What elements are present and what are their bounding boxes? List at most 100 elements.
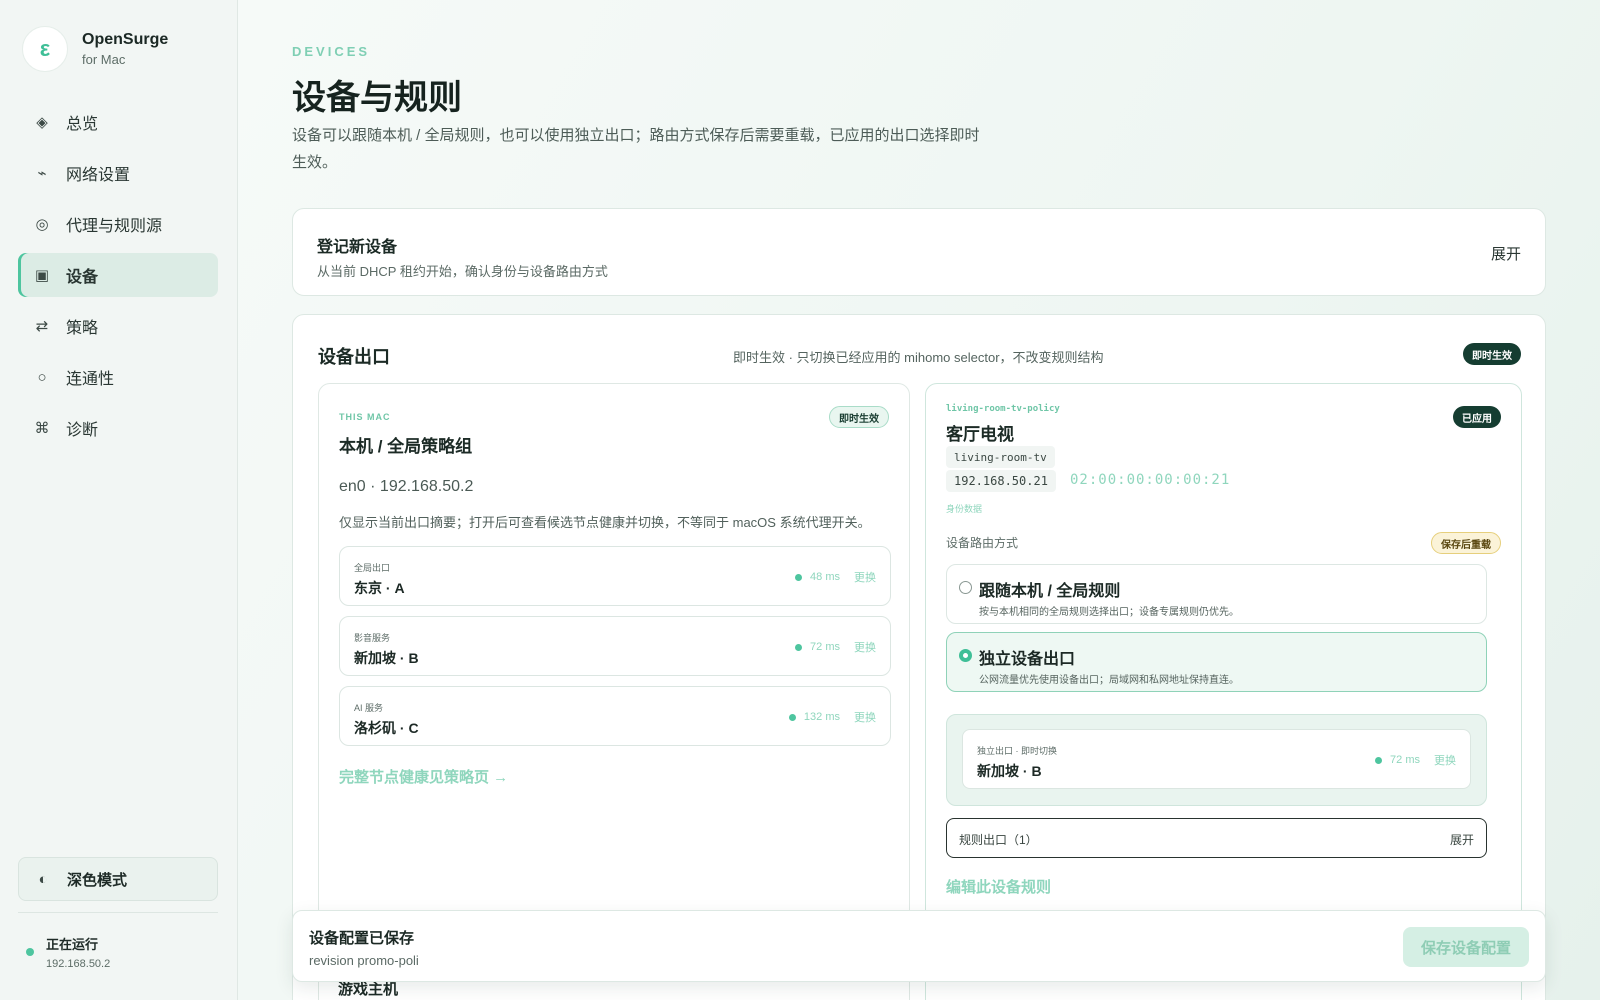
brand-sub: for Mac <box>82 52 126 67</box>
route-value: 新加坡 · B <box>977 763 1042 779</box>
sidebar-item-label: 策略 <box>66 320 99 337</box>
dark-mode-toggle[interactable]: ◐ 深色模式 <box>18 857 218 901</box>
device-exits-card: 设备出口 即时生效 · 只切换已经应用的 mihomo selector，不改变… <box>292 314 1546 1000</box>
register-device-card[interactable]: 登记新设备 从当前 DHCP 租约开始，确认身份与设备路由方式 展开 <box>292 208 1546 296</box>
half-moon-icon: ◐ <box>38 870 48 888</box>
save-revision: revision promo-poli <box>309 953 419 968</box>
register-title: 登记新设备 <box>317 239 398 256</box>
sidebar-item-label: 诊断 <box>66 422 99 439</box>
mac-eyebrow: THIS MAC <box>339 412 391 422</box>
rule-exits-collapsible[interactable]: 规则出口（1） 展开 <box>946 818 1487 858</box>
mac-interface-ip: en0 · 192.168.50.2 <box>339 478 474 495</box>
policy-arrows-icon: ⇄ <box>35 318 49 335</box>
device-panel-living-room-tv: living-room-tv-policy 客厅电视 已应用 living-ro… <box>925 383 1522 1000</box>
page-eyebrow: DEVICES <box>292 44 371 59</box>
this-mac-panel: THIS MAC 本机 / 全局策略组 即时生效 en0 · 192.168.5… <box>318 383 910 1000</box>
sidebar-item-label: 代理与规则源 <box>66 218 163 235</box>
command-icon: ⌘ <box>34 420 50 437</box>
route-switch-button[interactable]: 更换 <box>1434 752 1456 768</box>
instant-effect-badge: 即时生效 <box>1463 343 1521 365</box>
route-latency: 48 ms <box>810 571 840 583</box>
status-ip: 192.168.50.2 <box>46 958 111 970</box>
radio-selected-icon[interactable] <box>959 649 972 662</box>
sidebar-item-network[interactable]: ⌁ 网络设置 <box>18 151 218 195</box>
app-window: ε OpenSurge for Mac ◈ 总览 ⌁ 网络设置 ◎ 代理与规则源… <box>0 0 1600 1000</box>
overview-icon: ◈ <box>36 114 48 131</box>
route-value: 新加坡 · B <box>354 650 419 666</box>
applied-badge: 已应用 <box>1453 406 1501 428</box>
route-label: 全局出口 <box>354 563 391 573</box>
sidebar-item-label: 连通性 <box>66 371 115 388</box>
option-description: 按与本机相同的全局规则选择出口；设备专属规则仍优先。 <box>979 607 1239 618</box>
sidebar-item-label: 总览 <box>66 116 99 133</box>
route-meta: 72 ms 更换 <box>1375 752 1456 768</box>
device-hostname: living-room-tv <box>946 446 1055 468</box>
route-latency: 72 ms <box>810 641 840 653</box>
identity-link[interactable]: 身份数据 <box>946 502 982 515</box>
routing-option-dedicated-exit[interactable]: 独立设备出口 公网流量优先使用设备出口；局域网和私网地址保持直连。 <box>946 632 1487 692</box>
page-description: 设备可以跟随本机 / 全局规则，也可以使用独立出口；路由方式保存后需要重载，已应… <box>292 127 980 171</box>
radio-unselected-icon[interactable] <box>959 581 972 594</box>
register-subtitle: 从当前 DHCP 租约开始，确认身份与设备路由方式 <box>317 264 608 279</box>
route-meta: 72 ms 更换 <box>795 639 876 655</box>
network-icon: ⌁ <box>37 165 47 182</box>
page-title: 设备与规则 <box>292 79 462 117</box>
routing-mode-label: 设备路由方式 <box>946 536 1019 550</box>
route-row-ai[interactable]: AI 服务 洛杉矶 · C 132 ms 更换 <box>339 686 891 746</box>
route-row-media[interactable]: 影音服务 新加坡 · B 72 ms 更换 <box>339 616 891 676</box>
sidebar-item-overview[interactable]: ◈ 总览 <box>18 100 218 144</box>
device-policy-id: living-room-tv-policy <box>946 404 1060 414</box>
device-title: 客厅电视 <box>946 425 1014 444</box>
mac-instant-badge: 即时生效 <box>829 406 889 428</box>
route-switch-button[interactable]: 更换 <box>854 639 876 655</box>
sidebar-item-devices[interactable]: ▣ 设备 <box>18 253 218 297</box>
sidebar-item-label: 设备 <box>66 269 99 286</box>
register-expand-button[interactable]: 展开 <box>1491 243 1521 264</box>
status-text: 正在运行 192.168.50.2 <box>46 934 110 970</box>
dedicated-exit-row[interactable]: 独立出口 · 即时切换 新加坡 · B 72 ms 更换 <box>962 729 1471 789</box>
save-status-title: 设备配置已保存 <box>309 930 415 947</box>
rule-exits-label: 规则出口（1） <box>959 833 1038 847</box>
dark-mode-label: 深色模式 <box>67 871 128 889</box>
sidebar-item-diagnostics[interactable]: ⌘ 诊断 <box>18 406 218 450</box>
sidebar-divider <box>18 912 218 913</box>
device-ip: 192.168.50.21 <box>946 470 1056 492</box>
route-switch-button[interactable]: 更换 <box>854 709 876 725</box>
device-mac-address: 02:00:00:00:00:21 <box>1070 472 1231 488</box>
running-status: 正在运行 192.168.50.2 <box>26 934 110 970</box>
edit-device-rules-link[interactable]: 编辑此设备规则 <box>946 876 1051 897</box>
route-latency: 132 ms <box>803 711 840 723</box>
status-dot-icon <box>26 948 34 956</box>
option-title: 独立设备出口 <box>979 651 1076 668</box>
health-dot-icon <box>788 713 796 721</box>
exits-title: 设备出口 <box>318 347 390 367</box>
health-dot-icon <box>795 573 803 581</box>
mac-note: 仅显示当前出口摘要；打开后可查看候选节点健康并切换，不等同于 macOS 系统代… <box>339 515 871 530</box>
sidebar-item-policy[interactable]: ⇄ 策略 <box>18 304 218 348</box>
sidebar: ε OpenSurge for Mac ◈ 总览 ⌁ 网络设置 ◎ 代理与规则源… <box>0 0 238 1000</box>
rule-exits-expand-button[interactable]: 展开 <box>1450 831 1474 848</box>
status-title: 正在运行 <box>46 937 99 952</box>
sidebar-nav: ◈ 总览 ⌁ 网络设置 ◎ 代理与规则源 ▣ 设备 ⇄ 策略 ○ 连通性 ⌘ 诊… <box>18 100 218 457</box>
route-row-global[interactable]: 全局出口 东京 · A 48 ms 更换 <box>339 546 891 606</box>
save-device-config-button[interactable]: 保存设备配置 <box>1403 927 1529 967</box>
route-value: 洛杉矶 · C <box>354 720 419 736</box>
health-dot-icon <box>795 643 803 651</box>
route-switch-button[interactable]: 更换 <box>854 569 876 585</box>
sidebar-item-connectivity[interactable]: ○ 连通性 <box>18 355 218 399</box>
save-bar: 设备配置已保存 revision promo-poli 保存设备配置 <box>292 910 1546 982</box>
routing-option-follow-global[interactable]: 跟随本机 / 全局规则 按与本机相同的全局规则选择出口；设备专属规则仍优先。 <box>946 564 1487 624</box>
proxy-source-icon: ◎ <box>35 216 49 233</box>
route-label: 独立出口 · 即时切换 <box>977 746 1057 756</box>
route-meta: 132 ms 更换 <box>788 709 876 725</box>
health-dot-icon <box>1375 756 1383 764</box>
exits-description: 即时生效 · 只切换已经应用的 mihomo selector，不改变规则结构 <box>733 350 1104 365</box>
route-label: 影音服务 <box>354 633 391 643</box>
brand[interactable]: ε OpenSurge for Mac <box>22 26 168 72</box>
connectivity-circle-icon: ○ <box>37 368 47 386</box>
dedicated-exit-group: 独立出口 · 即时切换 新加坡 · B 72 ms 更换 <box>946 714 1487 806</box>
brand-text: OpenSurge for Mac <box>82 31 168 67</box>
reload-after-save-badge: 保存后重载 <box>1431 532 1501 554</box>
node-health-link[interactable]: 完整节点健康见策略页 → <box>339 766 508 787</box>
sidebar-item-proxy-sources[interactable]: ◎ 代理与规则源 <box>18 202 218 246</box>
